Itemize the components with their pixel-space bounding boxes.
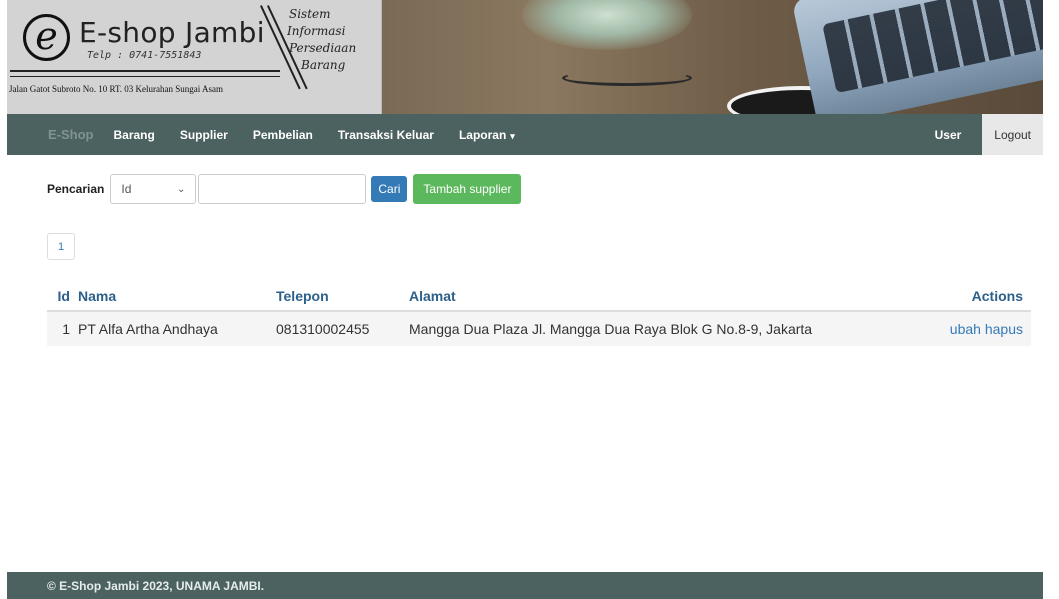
nav-item-transaksi-keluar[interactable]: Transaksi Keluar	[338, 128, 434, 142]
nav-item-supplier[interactable]: Supplier	[180, 128, 228, 142]
logo-panel: e E-shop Jambi Telp : 0741-7551843 Jalan…	[7, 0, 382, 114]
pagination-page[interactable]: 1	[47, 233, 75, 260]
header-id: Id	[57, 287, 70, 304]
glasses-image	[562, 70, 692, 86]
nav-user[interactable]: User	[935, 128, 962, 142]
supplier-table: Id Nama Telepon Alamat Actions 1 PT Alfa…	[47, 281, 1031, 346]
logo-icon: e	[23, 14, 70, 61]
header-alamat: Alamat	[409, 287, 456, 304]
divider	[10, 70, 280, 72]
shop-address: Jalan Gatot Subroto No. 10 RT. 03 Kelura…	[9, 84, 224, 94]
banner-photo	[382, 0, 1043, 114]
tagline-line: Persediaan	[289, 41, 357, 55]
search-form: Pencarian Id ⌄ Cari Tambah supplier	[47, 174, 522, 204]
search-button[interactable]: Cari	[371, 176, 408, 202]
nav-item-label: Laporan	[458, 127, 507, 142]
delete-link[interactable]: hapus	[985, 321, 1023, 337]
plant-image	[522, 0, 692, 50]
tagline-line: Informasi	[287, 24, 346, 38]
tagline-line: Sistem	[289, 7, 331, 21]
search-field-value: Id	[121, 182, 132, 196]
table-header: Id Nama Telepon Alamat Actions	[47, 281, 1031, 312]
nav-item-pembelian[interactable]: Pembelian	[253, 128, 313, 142]
navbar-brand[interactable]: E-Shop	[48, 127, 94, 142]
shop-name: E-shop Jambi	[79, 16, 265, 49]
main-navbar: E-Shop Barang Supplier Pembelian Transak…	[7, 114, 1043, 155]
cell-actions: ubah hapus	[871, 321, 1031, 337]
chevron-down-icon: ⌄	[176, 183, 186, 195]
tagline-line: Barang	[301, 58, 346, 72]
header-banner: e E-shop Jambi Telp : 0741-7551843 Jalan…	[7, 0, 1043, 114]
navbar-right: User Logout	[935, 114, 1043, 155]
cell-nama: PT Alfa Artha Andhaya	[78, 321, 218, 337]
header-actions: Actions	[971, 287, 1023, 304]
nav-item-barang[interactable]: Barang	[114, 128, 155, 142]
system-tagline: Sistem Informasi Persediaan Barang	[287, 6, 356, 74]
cell-id: 1	[62, 321, 70, 337]
footer-text: © E-Shop Jambi 2023, UNAMA JAMBI.	[47, 578, 265, 593]
add-supplier-button[interactable]: Tambah supplier	[413, 174, 522, 204]
shop-phone: Telp : 0741-7551843	[87, 50, 202, 61]
search-field-select[interactable]: Id ⌄	[110, 174, 197, 204]
table-row: 1 PT Alfa Artha Andhaya 081310002455 Man…	[47, 312, 1031, 346]
cell-alamat: Mangga Dua Plaza Jl. Mangga Dua Raya Blo…	[409, 321, 813, 337]
nav-item-laporan[interactable]: Laporan ▾	[459, 128, 515, 142]
header-telepon: Telepon	[276, 287, 329, 304]
header-nama: Nama	[78, 287, 117, 304]
search-label: Pencarian	[47, 182, 105, 196]
edit-link[interactable]: ubah	[950, 321, 981, 337]
cell-telepon: 081310002455	[276, 321, 370, 337]
search-input[interactable]	[198, 174, 367, 204]
divider	[10, 76, 280, 77]
footer: © E-Shop Jambi 2023, UNAMA JAMBI.	[7, 572, 1043, 599]
caret-down-icon: ▾	[510, 130, 515, 141]
logout-button[interactable]: Logout	[982, 114, 1043, 155]
